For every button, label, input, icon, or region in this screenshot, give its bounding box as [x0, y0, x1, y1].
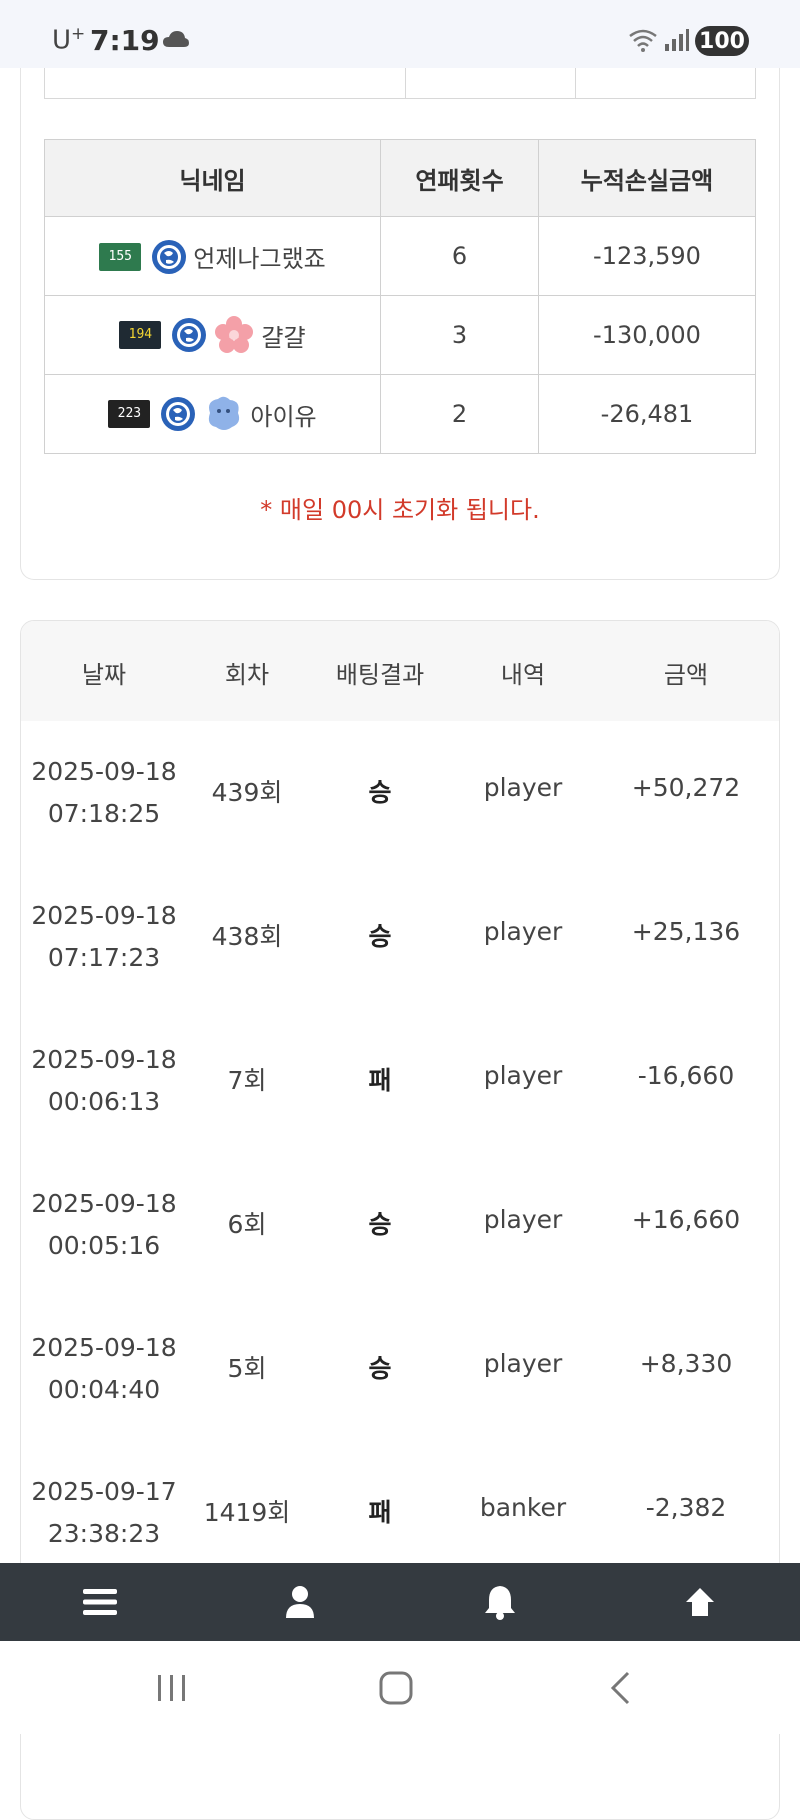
nickname-cell[interactable]: 223 아이유: [44, 374, 381, 454]
history-result: 승: [368, 778, 392, 807]
history-detail: player: [483, 1061, 563, 1090]
history-detail: banker: [479, 1493, 567, 1522]
table-row: 223 아이유 2 -26,481: [44, 374, 756, 454]
history-amount: -2,382: [645, 1493, 727, 1522]
nickname-cell[interactable]: 194 걀걀: [44, 295, 381, 375]
recent-apps-button[interactable]: [142, 1663, 202, 1713]
carrier-label: U+: [52, 24, 86, 56]
nickname: 아이유: [250, 402, 317, 431]
history-row: 2025-09-18 00:04:40 5회 승 player +8,330: [21, 1297, 779, 1441]
verified-globe-icon: [152, 239, 187, 274]
streak-cell: 2: [380, 374, 539, 454]
history-detail: player: [483, 1349, 563, 1378]
user-icon: [286, 1586, 314, 1618]
scroll-top-button[interactable]: [620, 1563, 780, 1641]
back-button[interactable]: [590, 1663, 650, 1713]
level-badge: 194: [119, 321, 162, 349]
history-amount: +25,136: [631, 917, 741, 946]
history-datetime: 2025-09-18 07:18:25: [31, 757, 177, 828]
battery-indicator: 100: [695, 26, 749, 56]
verified-globe-icon: [161, 397, 196, 431]
clock: 7:19: [90, 24, 160, 57]
menu-icon: [83, 1589, 117, 1615]
history-amount: +50,272: [631, 773, 741, 802]
reset-notice: * 매일 00시 초기화 됩니다.: [260, 496, 540, 524]
table-row: 155 언제나그랬죠 6 -123,590: [44, 216, 756, 296]
history-row: 2025-09-18 00:06:13 7회 패 player -16,660: [21, 1009, 779, 1153]
column-header-result: 배팅결과: [335, 661, 425, 689]
history-detail: player: [483, 1205, 563, 1234]
history-amount: +16,660: [631, 1205, 741, 1234]
history-round: 1419회: [203, 1498, 291, 1527]
history-round: 439회: [211, 778, 283, 807]
back-arrow-icon: [610, 1671, 630, 1705]
recent-apps-icon: [158, 1675, 185, 1701]
system-nav-bar: [0, 1641, 800, 1734]
table-row: 194 걀걀 3 -130,000: [44, 295, 756, 375]
total-loss-cell: -123,590: [538, 216, 756, 296]
history-result: 승: [368, 1210, 392, 1239]
home-button[interactable]: [366, 1663, 426, 1713]
column-header-round: 회차: [224, 661, 270, 689]
bottom-nav-bar: [0, 1563, 800, 1641]
nickname-cell[interactable]: 155 언제나그랬죠: [44, 216, 381, 296]
status-bar: U+ 7:19 100: [0, 0, 800, 68]
level-badge: 223: [108, 400, 151, 428]
history-amount: +8,330: [639, 1349, 733, 1378]
history-row: 2025-09-18 07:17:23 438회 승 player +25,136: [21, 865, 779, 1009]
history-round: 438회: [211, 922, 283, 951]
blue-character-icon: [209, 396, 240, 430]
history-row: 2025-09-18 00:05:16 6회 승 player +16,660: [21, 1153, 779, 1297]
cloud-icon: [163, 31, 189, 47]
history-row: 2025-09-18 07:18:25 439회 승 player +50,272: [21, 721, 779, 865]
bell-icon: [485, 1586, 515, 1620]
table-header-row: 닉네임 연패횟수 누적손실금액: [44, 139, 756, 217]
history-detail: player: [483, 917, 563, 946]
arrow-up-icon: [686, 1588, 714, 1616]
history-amount: -16,660: [637, 1061, 735, 1090]
nickname: 걀걀: [261, 323, 306, 352]
history-result: 패: [368, 1066, 392, 1095]
streak-cell: 3: [380, 295, 539, 375]
flower-icon: [215, 316, 254, 353]
history-result: 패: [368, 1498, 392, 1527]
column-header-nickname: 닉네임: [44, 139, 381, 217]
signal-icon: [665, 29, 689, 51]
level-badge: 155: [99, 242, 142, 271]
history-datetime: 2025-09-17 23:38:23: [31, 1477, 177, 1548]
notifications-button[interactable]: [420, 1563, 580, 1641]
column-header-total-loss: 누적손실금액: [538, 139, 756, 217]
wifi-icon: [629, 29, 657, 52]
column-header-streak: 연패횟수: [380, 139, 539, 217]
profile-button[interactable]: [220, 1563, 380, 1641]
history-header-row: 날짜 회차 배팅결과 내역 금액: [21, 621, 779, 721]
history-detail: player: [483, 773, 563, 802]
column-header-detail: 내역: [500, 661, 546, 689]
history-result: 승: [368, 1354, 392, 1383]
menu-button[interactable]: [20, 1563, 180, 1641]
verified-globe-icon: [172, 318, 207, 352]
history-datetime: 2025-09-18 00:06:13: [31, 1045, 177, 1116]
history-result: 승: [368, 922, 392, 951]
history-round: 6회: [227, 1210, 267, 1239]
nickname: 언제나그랬죠: [193, 245, 326, 273]
history-datetime: 2025-09-18 00:04:40: [31, 1333, 177, 1404]
column-header-amount: 금액: [663, 661, 709, 689]
history-datetime: 2025-09-18 00:05:16: [31, 1189, 177, 1260]
history-round: 5회: [227, 1354, 267, 1383]
column-header-date: 날짜: [81, 661, 127, 689]
streak-cell: 6: [380, 216, 539, 296]
total-loss-cell: -130,000: [538, 295, 756, 375]
history-round: 7회: [227, 1066, 267, 1095]
loss-streak-table: 닉네임 연패횟수 누적손실금액 155 언제나그랬죠 6 -123,590 19…: [44, 139, 756, 454]
home-icon: [379, 1671, 413, 1705]
total-loss-cell: -26,481: [538, 374, 756, 454]
history-datetime: 2025-09-18 07:17:23: [31, 901, 177, 972]
